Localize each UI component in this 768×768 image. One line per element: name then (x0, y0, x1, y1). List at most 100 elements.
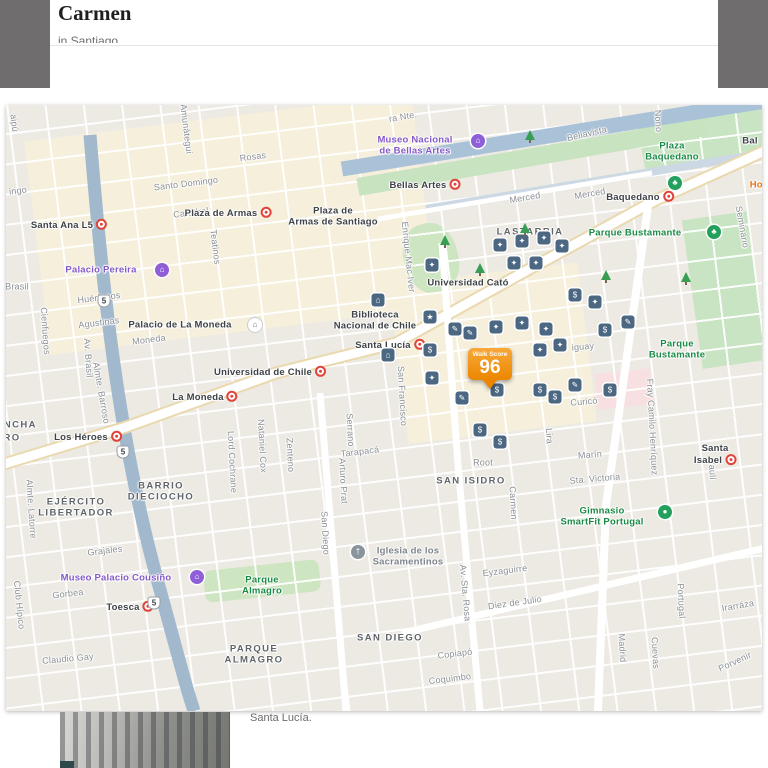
metro-station-icon[interactable] (314, 365, 326, 377)
poi-school-icon[interactable]: ✎ (568, 378, 582, 392)
museum-icon[interactable]: ⌂ (155, 263, 169, 277)
museum-icon[interactable]: ⌂ (190, 570, 204, 584)
metro-station-icon[interactable] (226, 390, 238, 402)
map-label-street: Almte. Latorre (24, 479, 39, 539)
map-label-street: Curicó (569, 395, 598, 408)
poi-shopping-icon[interactable]: $ (598, 323, 612, 337)
poi-shopping-icon[interactable]: $ (533, 383, 547, 397)
poi-hotel-icon[interactable]: ⌂ (371, 293, 385, 307)
map-label-street: ingo (8, 184, 28, 197)
map-label-street: San Diego (319, 510, 332, 556)
map-label-place: Bellas Artes (390, 178, 461, 191)
poi-bar-icon[interactable]: ✦ (515, 316, 529, 330)
walk-score-pointer (483, 379, 497, 389)
map-label-street: Club Hípico (11, 580, 27, 630)
poi-bank-icon[interactable]: $ (423, 343, 437, 357)
map-label-orange: Hos (749, 179, 762, 191)
poi-school-icon[interactable]: ✎ (463, 326, 477, 340)
photo-dark-corner (60, 761, 74, 768)
poi-restaurant-icon[interactable]: ✦ (539, 322, 553, 336)
metro-station-icon[interactable] (260, 206, 272, 218)
landmark-icon[interactable]: ⌂ (248, 318, 262, 332)
poi-restaurant-icon[interactable]: ✦ (529, 256, 543, 270)
poi-bar-icon[interactable]: ✦ (507, 256, 521, 270)
photo-thumbnail[interactable] (60, 712, 230, 768)
map-label-nbhd: RO (6, 432, 21, 444)
poi-restaurant-icon[interactable]: ✦ (489, 320, 503, 334)
map-label-museum: Museo Nacional de Bellas Artes (377, 134, 453, 157)
poi-bar-icon[interactable]: ✦ (493, 238, 507, 252)
caption-text: Santa Lucía. (250, 712, 312, 724)
map-label-place: Santa Ana L5 (31, 218, 108, 231)
poi-school-icon[interactable]: ✎ (455, 391, 469, 405)
park-icon[interactable]: ♣ (668, 176, 682, 190)
poi-bar-icon[interactable]: ✦ (425, 258, 439, 272)
poi-school-icon[interactable]: ✎ (448, 322, 462, 336)
metro-station-icon[interactable] (110, 430, 122, 442)
map-label-nbhd: SAN DIEGO (357, 632, 423, 644)
map-label-street: aipú (8, 113, 21, 133)
map-label-street: Amunátegui (178, 105, 195, 155)
church-icon[interactable]: † (351, 545, 365, 559)
tree-icon (525, 130, 535, 143)
right-gutter (718, 0, 768, 88)
map-label-place: Plaza de Armas (185, 206, 272, 219)
poi-shopping-icon[interactable]: $ (473, 423, 487, 437)
map-label-street: Zenteno (284, 437, 297, 473)
poi-hotel-icon[interactable]: ⌂ (381, 348, 395, 362)
walk-score-label: Walk Score (472, 351, 508, 358)
poi-restaurant-icon[interactable]: ✦ (588, 295, 602, 309)
map-label-street: Madrid (616, 633, 629, 663)
map-label-park: Parque Bustamante (648, 338, 706, 361)
left-gutter (0, 0, 50, 88)
poi-bar-icon[interactable]: ✦ (537, 231, 551, 245)
header-divider (50, 45, 718, 46)
map-label-street: Agustinas (77, 315, 121, 331)
metro-station-icon[interactable] (449, 178, 461, 190)
map-label-street: Nono (652, 109, 664, 133)
map-label-street: Diez de Julio (487, 593, 543, 612)
map-label-street: San Francisco (395, 365, 409, 427)
museum-icon[interactable]: ⌂ (471, 134, 485, 148)
map-label-street: Seminario (733, 205, 751, 249)
tree-icon (520, 223, 530, 236)
map-label-street: Coquimbo (428, 671, 472, 687)
poi-shopping-icon[interactable]: $ (548, 390, 562, 404)
map-label-place: Los Héroes (54, 430, 122, 443)
poi-school-icon[interactable]: ✎ (621, 315, 635, 329)
poi-restaurant-icon[interactable]: ✦ (425, 371, 439, 385)
poi-restaurant-icon[interactable]: ✦ (553, 338, 567, 352)
walkscore-map[interactable]: ra Nte. Bellavista Nono Rosas Santo Domingo i… (6, 105, 762, 711)
poi-shopping-icon[interactable]: $ (493, 435, 507, 449)
map-label-place: Santa Isabel (692, 443, 739, 467)
map-label-nbhd: ONCHA (6, 419, 37, 431)
map-label-street: Irarráza (721, 597, 755, 614)
map-label-street: Almte. Barroso (91, 361, 112, 425)
map-label-street: Fray Camilo Henríquez (644, 378, 660, 476)
poi-bar-icon[interactable]: ✦ (533, 343, 547, 357)
map-label-street: Gorbea (51, 586, 85, 601)
gym-icon[interactable]: ● (658, 505, 672, 519)
poi-shopping-icon[interactable]: $ (568, 288, 582, 302)
map-label-street: Teatinos (208, 228, 223, 265)
map-label-museum: Palacio Pereira (65, 264, 137, 276)
map-label-street: Moneda (131, 332, 167, 347)
map-label-street: Av. Sta. Rosa (457, 564, 473, 622)
map-label-place: La Moneda (172, 390, 238, 403)
metro-station-icon[interactable] (96, 218, 108, 230)
poi-restaurant-icon[interactable]: ✦ (555, 239, 569, 253)
park-icon[interactable]: ♣ (707, 225, 721, 239)
map-label-street: Root (473, 457, 493, 468)
map-label-street: Sta. Victoria (569, 471, 621, 486)
walk-score-pin[interactable]: Walk Score 96 (468, 348, 512, 389)
metro-station-icon[interactable] (725, 454, 737, 466)
map-label-street: iguay (571, 340, 595, 353)
poi-restaurant-icon[interactable]: ✦ (515, 234, 529, 248)
map-label-place: Plaza de Armas de Santiago (288, 205, 378, 228)
map-label-street: Porvenir (716, 649, 753, 674)
map-label-street: Claudio Gay (41, 651, 95, 666)
poi-bank-icon[interactable]: $ (603, 383, 617, 397)
tree-icon (601, 270, 611, 283)
metro-station-icon[interactable] (662, 190, 674, 202)
poi-movie-icon[interactable]: ★ (423, 310, 437, 324)
